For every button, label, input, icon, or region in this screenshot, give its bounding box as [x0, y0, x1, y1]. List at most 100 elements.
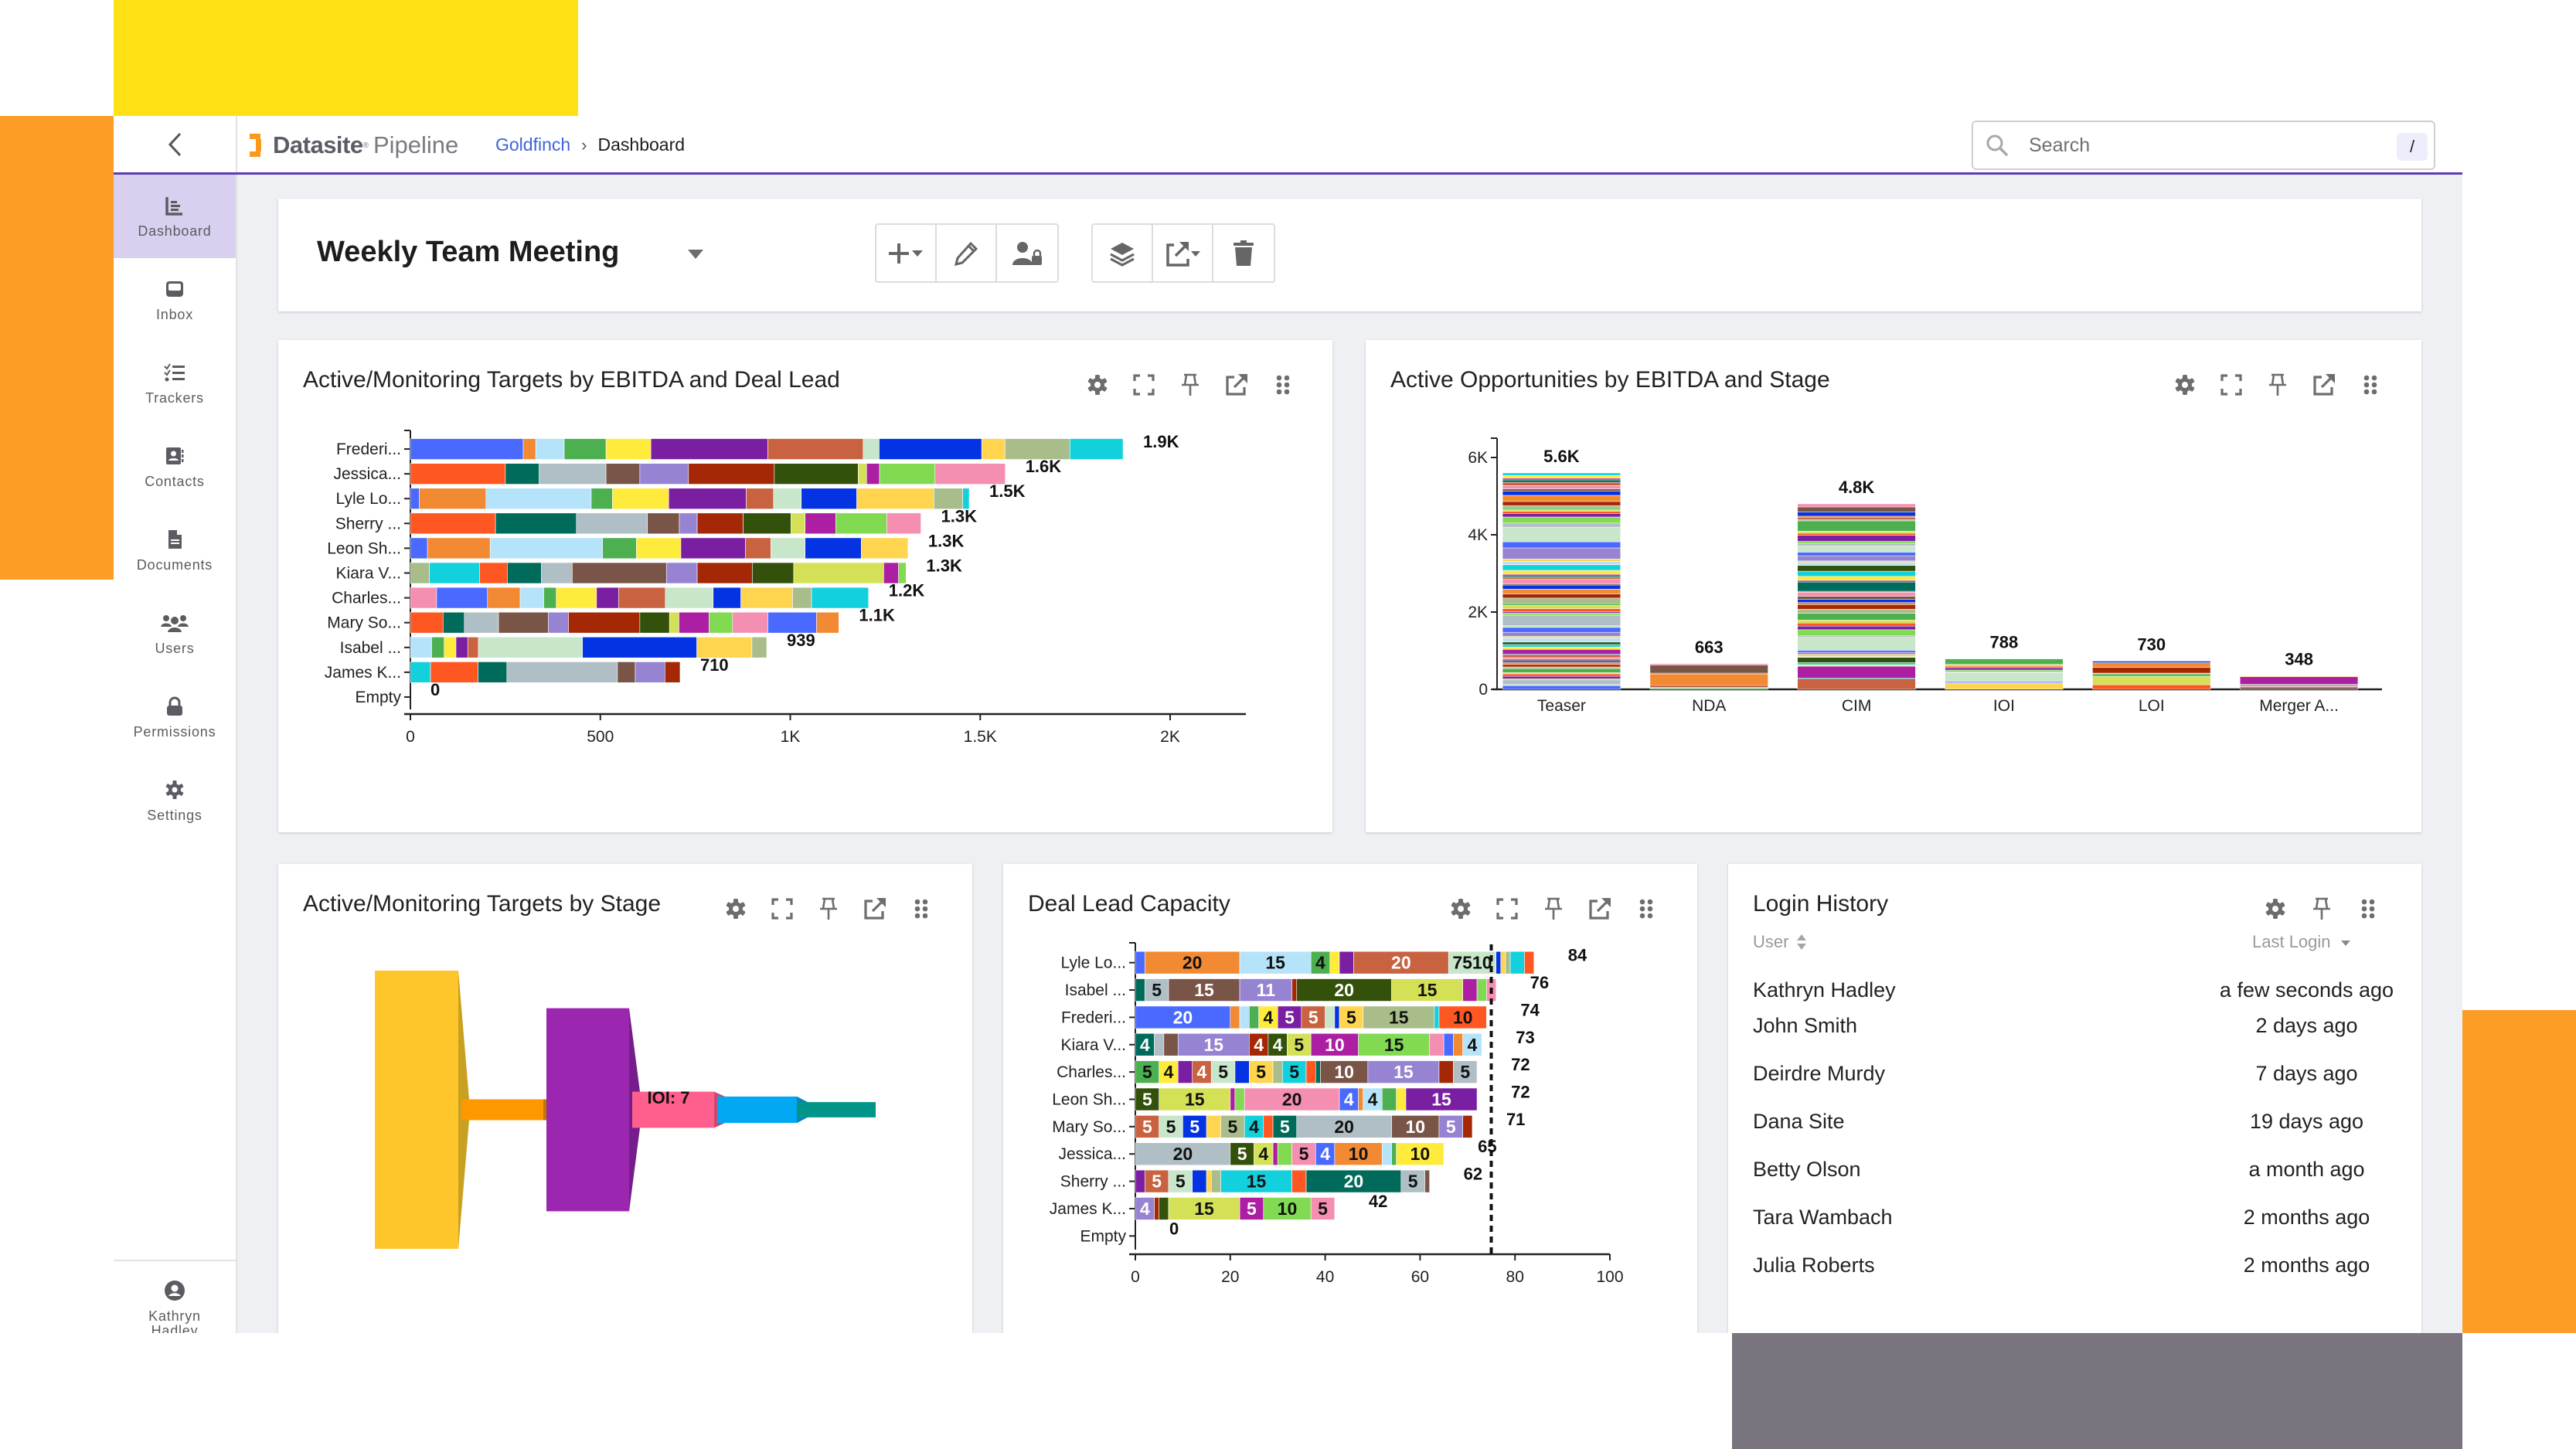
bar-segment: [576, 512, 648, 535]
bar-segment: [455, 636, 468, 658]
bar-segment: [1945, 683, 2064, 690]
x-tick-label: 500: [587, 728, 614, 746]
widget-pin-button[interactable]: [2306, 893, 2337, 924]
segment-label: 5: [1247, 1199, 1257, 1219]
x-tick-label: 0: [406, 728, 415, 746]
bar-segment: [1154, 1197, 1159, 1220]
login-row[interactable]: Dana Site 19 days ago: [1753, 1097, 2397, 1145]
bar-segment: [1505, 951, 1511, 975]
segment-label: 5: [1152, 1172, 1162, 1192]
bar-segment: [1396, 1087, 1407, 1111]
bar-segment: [1945, 667, 2064, 671]
bar-segment: [1502, 666, 1621, 669]
segment-label: 15: [1247, 1172, 1267, 1192]
bar-total-label: 1.2K: [889, 581, 925, 600]
bar-segment: [1502, 513, 1621, 518]
widget-settings-button[interactable]: [2260, 893, 2291, 924]
sidebar-item-documents[interactable]: Documents: [114, 509, 236, 592]
column-header-user[interactable]: User: [1753, 932, 1807, 952]
app-logo[interactable]: Datasite ® Pipeline: [250, 131, 458, 159]
bar-segment: [1797, 622, 1916, 627]
bar-segment: [1797, 570, 1916, 577]
bar-segment: [1502, 660, 1621, 663]
add-widget-button[interactable]: [876, 225, 937, 281]
bar-total-label: 42: [1369, 1192, 1387, 1211]
bar-segment: [2092, 662, 2211, 668]
delete-dashboard-button[interactable]: [1213, 225, 1274, 281]
bar-segment: [1206, 1169, 1212, 1193]
stage-label: IOI: 7: [647, 1088, 689, 1107]
bar-segment: [1797, 602, 1916, 605]
column-header-last-login[interactable]: Last Login: [2252, 932, 2351, 952]
x-tick-label: 100: [1596, 1268, 1623, 1286]
collapse-sidebar-button[interactable]: [114, 116, 237, 172]
bar-segment: [2240, 686, 2359, 690]
breadcrumb-chevron-icon: ›: [581, 134, 587, 155]
bar-segment: [1502, 577, 1621, 580]
bar-segment: [1502, 614, 1621, 626]
export-dashboard-button[interactable]: [1153, 225, 1213, 281]
bar-segment: [805, 537, 862, 560]
segment-label: 5: [1294, 1035, 1304, 1055]
bar-segment: [1502, 561, 1621, 565]
sidebar-item-users[interactable]: Users: [114, 592, 236, 675]
login-row[interactable]: Julia Roberts 2 months ago: [1753, 1241, 2397, 1289]
x-tick-label: 1.5K: [964, 728, 997, 746]
x-tick-label: 80: [1506, 1268, 1524, 1286]
login-row[interactable]: Betty Olson a month ago: [1753, 1145, 2397, 1193]
category-label: LOI: [2139, 697, 2165, 715]
dashboard-selector-caret-icon[interactable]: [688, 250, 703, 259]
segment-label: 5: [1446, 1117, 1456, 1137]
bar-segment: [1069, 438, 1124, 460]
segment-label: 10: [1334, 1062, 1354, 1082]
bar-segment: [429, 562, 480, 584]
sidebar-item-contacts[interactable]: Contacts: [114, 425, 236, 509]
bar-total-label: 62: [1464, 1165, 1482, 1184]
sidebar-item-inbox[interactable]: Inbox: [114, 258, 236, 342]
bar-segment: [2240, 675, 2359, 677]
login-user: Tara Wambach: [1753, 1205, 1893, 1229]
bar-segment: [861, 537, 909, 560]
bar-segment: [767, 438, 864, 460]
login-row[interactable]: Tara Wambach 2 months ago: [1753, 1193, 2397, 1241]
sidebar-item-permissions[interactable]: Permissions: [114, 675, 236, 759]
bar-total-label: 72: [1511, 1083, 1530, 1102]
bar-segment: [1797, 596, 1916, 600]
bar-segment: [498, 611, 549, 634]
bar-segment: [548, 611, 569, 634]
edit-dashboard-button[interactable]: [937, 225, 997, 281]
sidebar-user-profile[interactable]: Kathryn Hadley: [114, 1270, 236, 1333]
widget-drag-handle-button[interactable]: [2353, 893, 2384, 924]
segment-label: 5: [1227, 1117, 1237, 1137]
bar-segment: [679, 611, 710, 634]
bar-segment: [740, 587, 793, 609]
category-label: Empty: [355, 689, 401, 706]
bar-segment: [2092, 661, 2211, 663]
segment-label: 10: [1453, 1007, 1473, 1027]
sidebar-item-dashboard[interactable]: Dashboard: [114, 175, 236, 258]
segment-label: 7510: [1452, 953, 1492, 973]
bar-segment: [1502, 501, 1621, 506]
breadcrumb-project-link[interactable]: Goldfinch: [495, 134, 570, 155]
sidebar-item-settings[interactable]: Settings: [114, 759, 236, 842]
bar-segment: [1797, 651, 1916, 655]
sidebar-item-trackers[interactable]: Trackers: [114, 342, 236, 425]
segment-label: 15: [1431, 1090, 1451, 1110]
bar-segment: [1502, 570, 1621, 575]
category-label: Isabel ...: [340, 639, 401, 657]
login-row[interactable]: John Smith 2 days ago: [1753, 1002, 2397, 1049]
login-user: Dana Site: [1753, 1109, 1845, 1133]
dashboard-permissions-button[interactable]: [997, 225, 1057, 281]
bar-segment: [1945, 665, 2064, 668]
login-last-login: 2 days ago: [2255, 1014, 2358, 1037]
layers-button[interactable]: [1093, 225, 1153, 281]
bar-segment: [431, 636, 445, 658]
bar-segment: [1797, 552, 1916, 556]
segment-label: 5: [1460, 1062, 1470, 1082]
bar-segment: [1797, 581, 1916, 592]
login-row[interactable]: Deirdre Murdy 7 days ago: [1753, 1049, 2397, 1097]
bar-segment: [1797, 530, 1916, 534]
search-input[interactable]: Search /: [1972, 121, 2435, 170]
column-header-label: User: [1753, 932, 1789, 951]
chevron-left-icon: [168, 132, 182, 156]
